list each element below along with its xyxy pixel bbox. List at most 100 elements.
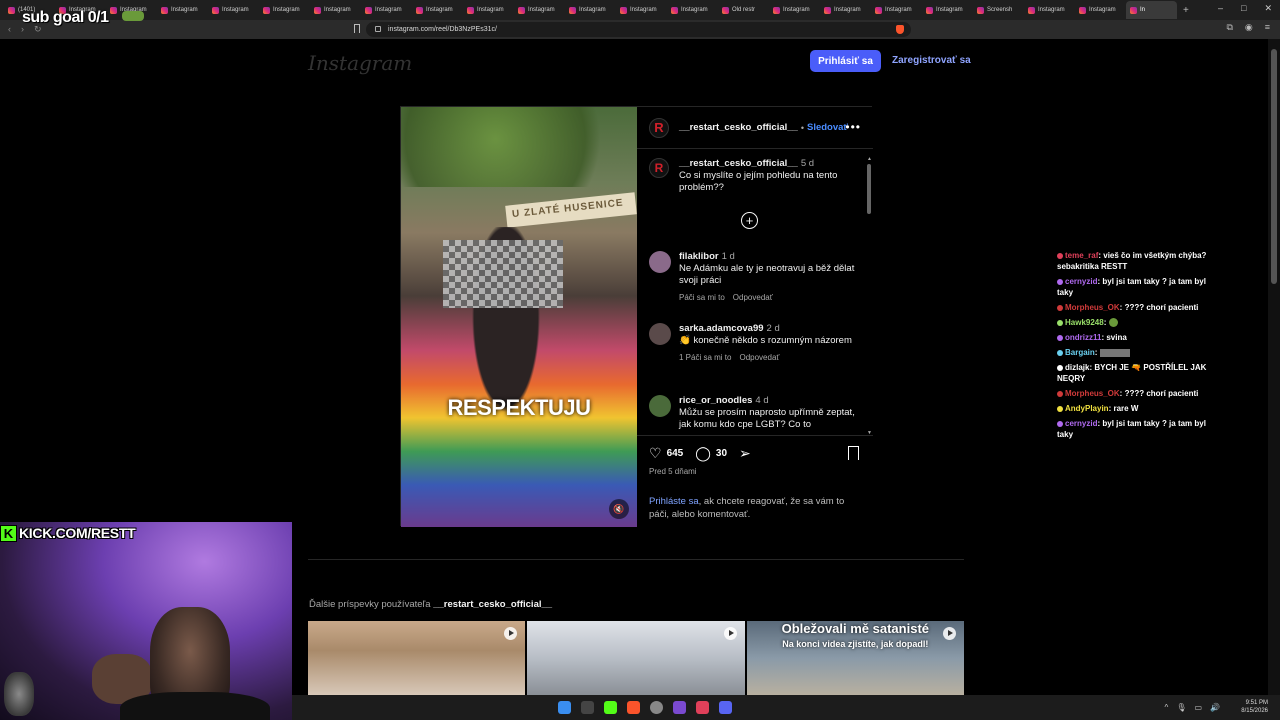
chat-username[interactable]: Hawk9248 — [1065, 318, 1104, 327]
comment-reply-button[interactable]: Odpovedať — [733, 293, 773, 302]
menu-icon[interactable]: ≡ — [1265, 22, 1270, 33]
page-scroll-thumb[interactable] — [1271, 49, 1277, 284]
login-button[interactable]: Prihlásiť sa — [810, 50, 881, 72]
caption-time: 5 d — [800, 158, 815, 169]
browser-tab[interactable]: Instagram — [208, 1, 259, 19]
tray-chevron-icon[interactable]: ^ — [1165, 703, 1169, 712]
mute-icon[interactable]: 🔇 — [609, 499, 629, 519]
task-view-icon[interactable] — [581, 701, 594, 714]
load-more-comments-icon[interactable]: + — [741, 212, 758, 229]
more-options-icon[interactable]: ••• — [845, 120, 861, 134]
microphone-icon[interactable]: 🎙 — [1176, 703, 1186, 712]
share-icon[interactable]: ➢ — [739, 445, 751, 462]
comments-scroll-thumb[interactable] — [867, 164, 871, 214]
comment-reply-button[interactable]: Odpovedať — [739, 353, 779, 362]
maps-pin-icon[interactable] — [696, 701, 709, 714]
commenter-username[interactable]: rice_or_noodles — [679, 395, 752, 406]
more-posts-user[interactable]: __restart_cesko_official__ — [433, 599, 552, 610]
browser-tab[interactable]: Instagram — [412, 1, 463, 19]
back-icon[interactable]: ‹ — [8, 24, 11, 35]
volume-icon[interactable]: 🔊 — [1210, 703, 1220, 712]
post-thumbnail[interactable] — [527, 621, 745, 695]
chat-username[interactable]: Bargain — [1065, 348, 1095, 357]
caption-author-avatar[interactable]: R — [649, 158, 669, 178]
browser-tab[interactable]: Instagram — [514, 1, 565, 19]
comment-likes[interactable]: Páči sa mi to — [679, 293, 725, 302]
site-info-icon[interactable] — [375, 26, 381, 32]
post-thumbnail[interactable] — [308, 621, 526, 695]
comment-icon[interactable]: ◯ — [695, 445, 711, 462]
page-scrollbar[interactable] — [1268, 39, 1280, 695]
chat-username[interactable]: ondrizz11 — [1065, 333, 1101, 342]
profile-icon[interactable]: ◉ — [1245, 22, 1253, 33]
browser-tab[interactable]: Instagram — [463, 1, 514, 19]
author-username[interactable]: __restart_cesko_official__ — [679, 122, 798, 133]
browser-tab[interactable]: In — [1126, 1, 1177, 19]
browser-tab[interactable]: Instagram — [616, 1, 667, 19]
comment-time: 4 d — [755, 395, 769, 406]
start-menu-icon[interactable] — [558, 701, 571, 714]
chat-username[interactable]: Morpheus_OK — [1065, 389, 1120, 398]
close-window-icon[interactable]: ✕ — [1264, 3, 1272, 14]
obs-icon[interactable] — [650, 701, 663, 714]
bookmark-page-icon[interactable] — [354, 24, 360, 33]
commenter-username[interactable]: sarka.adamcova99 — [679, 323, 764, 334]
login-prompt-link[interactable]: Prihláste sa — [649, 496, 699, 507]
browser-tab[interactable]: Instagram — [157, 1, 208, 19]
browser-tab[interactable]: Instagram — [1075, 1, 1126, 19]
browser-tab[interactable]: Instagram — [259, 1, 310, 19]
minimize-icon[interactable]: – — [1218, 3, 1223, 14]
comment-likes[interactable]: 1 Páči sa mi to — [679, 353, 731, 362]
chat-username[interactable]: Morpheus_OK — [1065, 303, 1120, 312]
network-icon[interactable]: ▭ — [1194, 703, 1202, 712]
browser-tab[interactable]: Instagram — [565, 1, 616, 19]
browser-tab[interactable]: Instagram — [922, 1, 973, 19]
browser-tab[interactable]: Instagram — [667, 1, 718, 19]
chat-username[interactable]: dizlajk — [1065, 363, 1089, 372]
follow-button[interactable]: Sledovať — [807, 122, 848, 133]
like-icon[interactable]: ♡ — [649, 445, 662, 462]
caption-author[interactable]: __restart_cesko_official__ — [679, 158, 798, 169]
instagram-logo[interactable]: Instagram — [308, 51, 412, 75]
discord-icon[interactable] — [719, 701, 732, 714]
reel-video[interactable]: U ZLATÉ HUSENICE RESPEKTUJU 🔇 — [401, 107, 637, 527]
commenter-username[interactable]: filaklibor — [679, 251, 719, 262]
commenter-avatar[interactable] — [649, 395, 671, 417]
brave-browser-icon[interactable] — [627, 701, 640, 714]
new-tab-icon[interactable]: + — [1183, 5, 1189, 16]
caption-comment: R __restart_cesko_official__ 5 d Co si my… — [649, 158, 859, 194]
browser-tab[interactable]: Instagram — [820, 1, 871, 19]
browser-tab[interactable]: Old restr — [718, 1, 769, 19]
browser-tab[interactable]: Instagram — [769, 1, 820, 19]
register-link[interactable]: Zaregistrovať sa — [892, 55, 971, 66]
comments-scrollbar[interactable]: ▲ ▼ — [867, 156, 872, 435]
brave-shield-icon[interactable] — [896, 25, 904, 34]
browser-tab[interactable]: Instagram — [871, 1, 922, 19]
comments-list[interactable]: R __restart_cesko_official__ 5 d Co si my… — [637, 150, 873, 435]
chat-message: Hawk9248: — [1057, 317, 1222, 328]
chat-username[interactable]: cernyzid — [1065, 419, 1097, 428]
browser-tab[interactable]: Instagram — [1024, 1, 1075, 19]
taskbar-clock[interactable]: 9:51 PM 8/15/2026 — [1241, 699, 1268, 715]
kick-app-icon[interactable] — [604, 701, 617, 714]
save-icon[interactable] — [848, 446, 859, 460]
scroll-up-icon[interactable]: ▲ — [867, 156, 872, 162]
browser-tab[interactable]: Instagram — [310, 1, 361, 19]
author-avatar[interactable]: R — [649, 117, 669, 138]
browser-tab[interactable]: Screensh — [973, 1, 1024, 19]
commenter-avatar[interactable] — [649, 323, 671, 345]
chat-username[interactable]: cernyzid — [1065, 277, 1097, 286]
chat-username[interactable]: AndyPlayin — [1065, 404, 1109, 413]
commenter-avatar[interactable] — [649, 251, 671, 273]
chat-badge-icon — [1057, 364, 1063, 371]
comments-count[interactable]: 30 — [716, 448, 727, 459]
url-field[interactable]: instagram.com/reel/Db3NzPEs31c/ — [366, 22, 911, 37]
maximize-icon[interactable]: □ — [1241, 3, 1246, 14]
extensions-icon[interactable]: ⧉ — [1226, 22, 1232, 33]
chat-username[interactable]: teme_raf — [1065, 251, 1098, 260]
comment: sarka.adamcova99 2 d 👏 konečně někdo s roz… — [649, 323, 859, 362]
browser-tab[interactable]: Instagram — [361, 1, 412, 19]
post-thumbnail[interactable]: Obležovali mě satanisté Na konci videa z… — [746, 621, 964, 695]
likes-count[interactable]: 645 — [667, 448, 684, 459]
twitch-icon[interactable] — [673, 701, 686, 714]
